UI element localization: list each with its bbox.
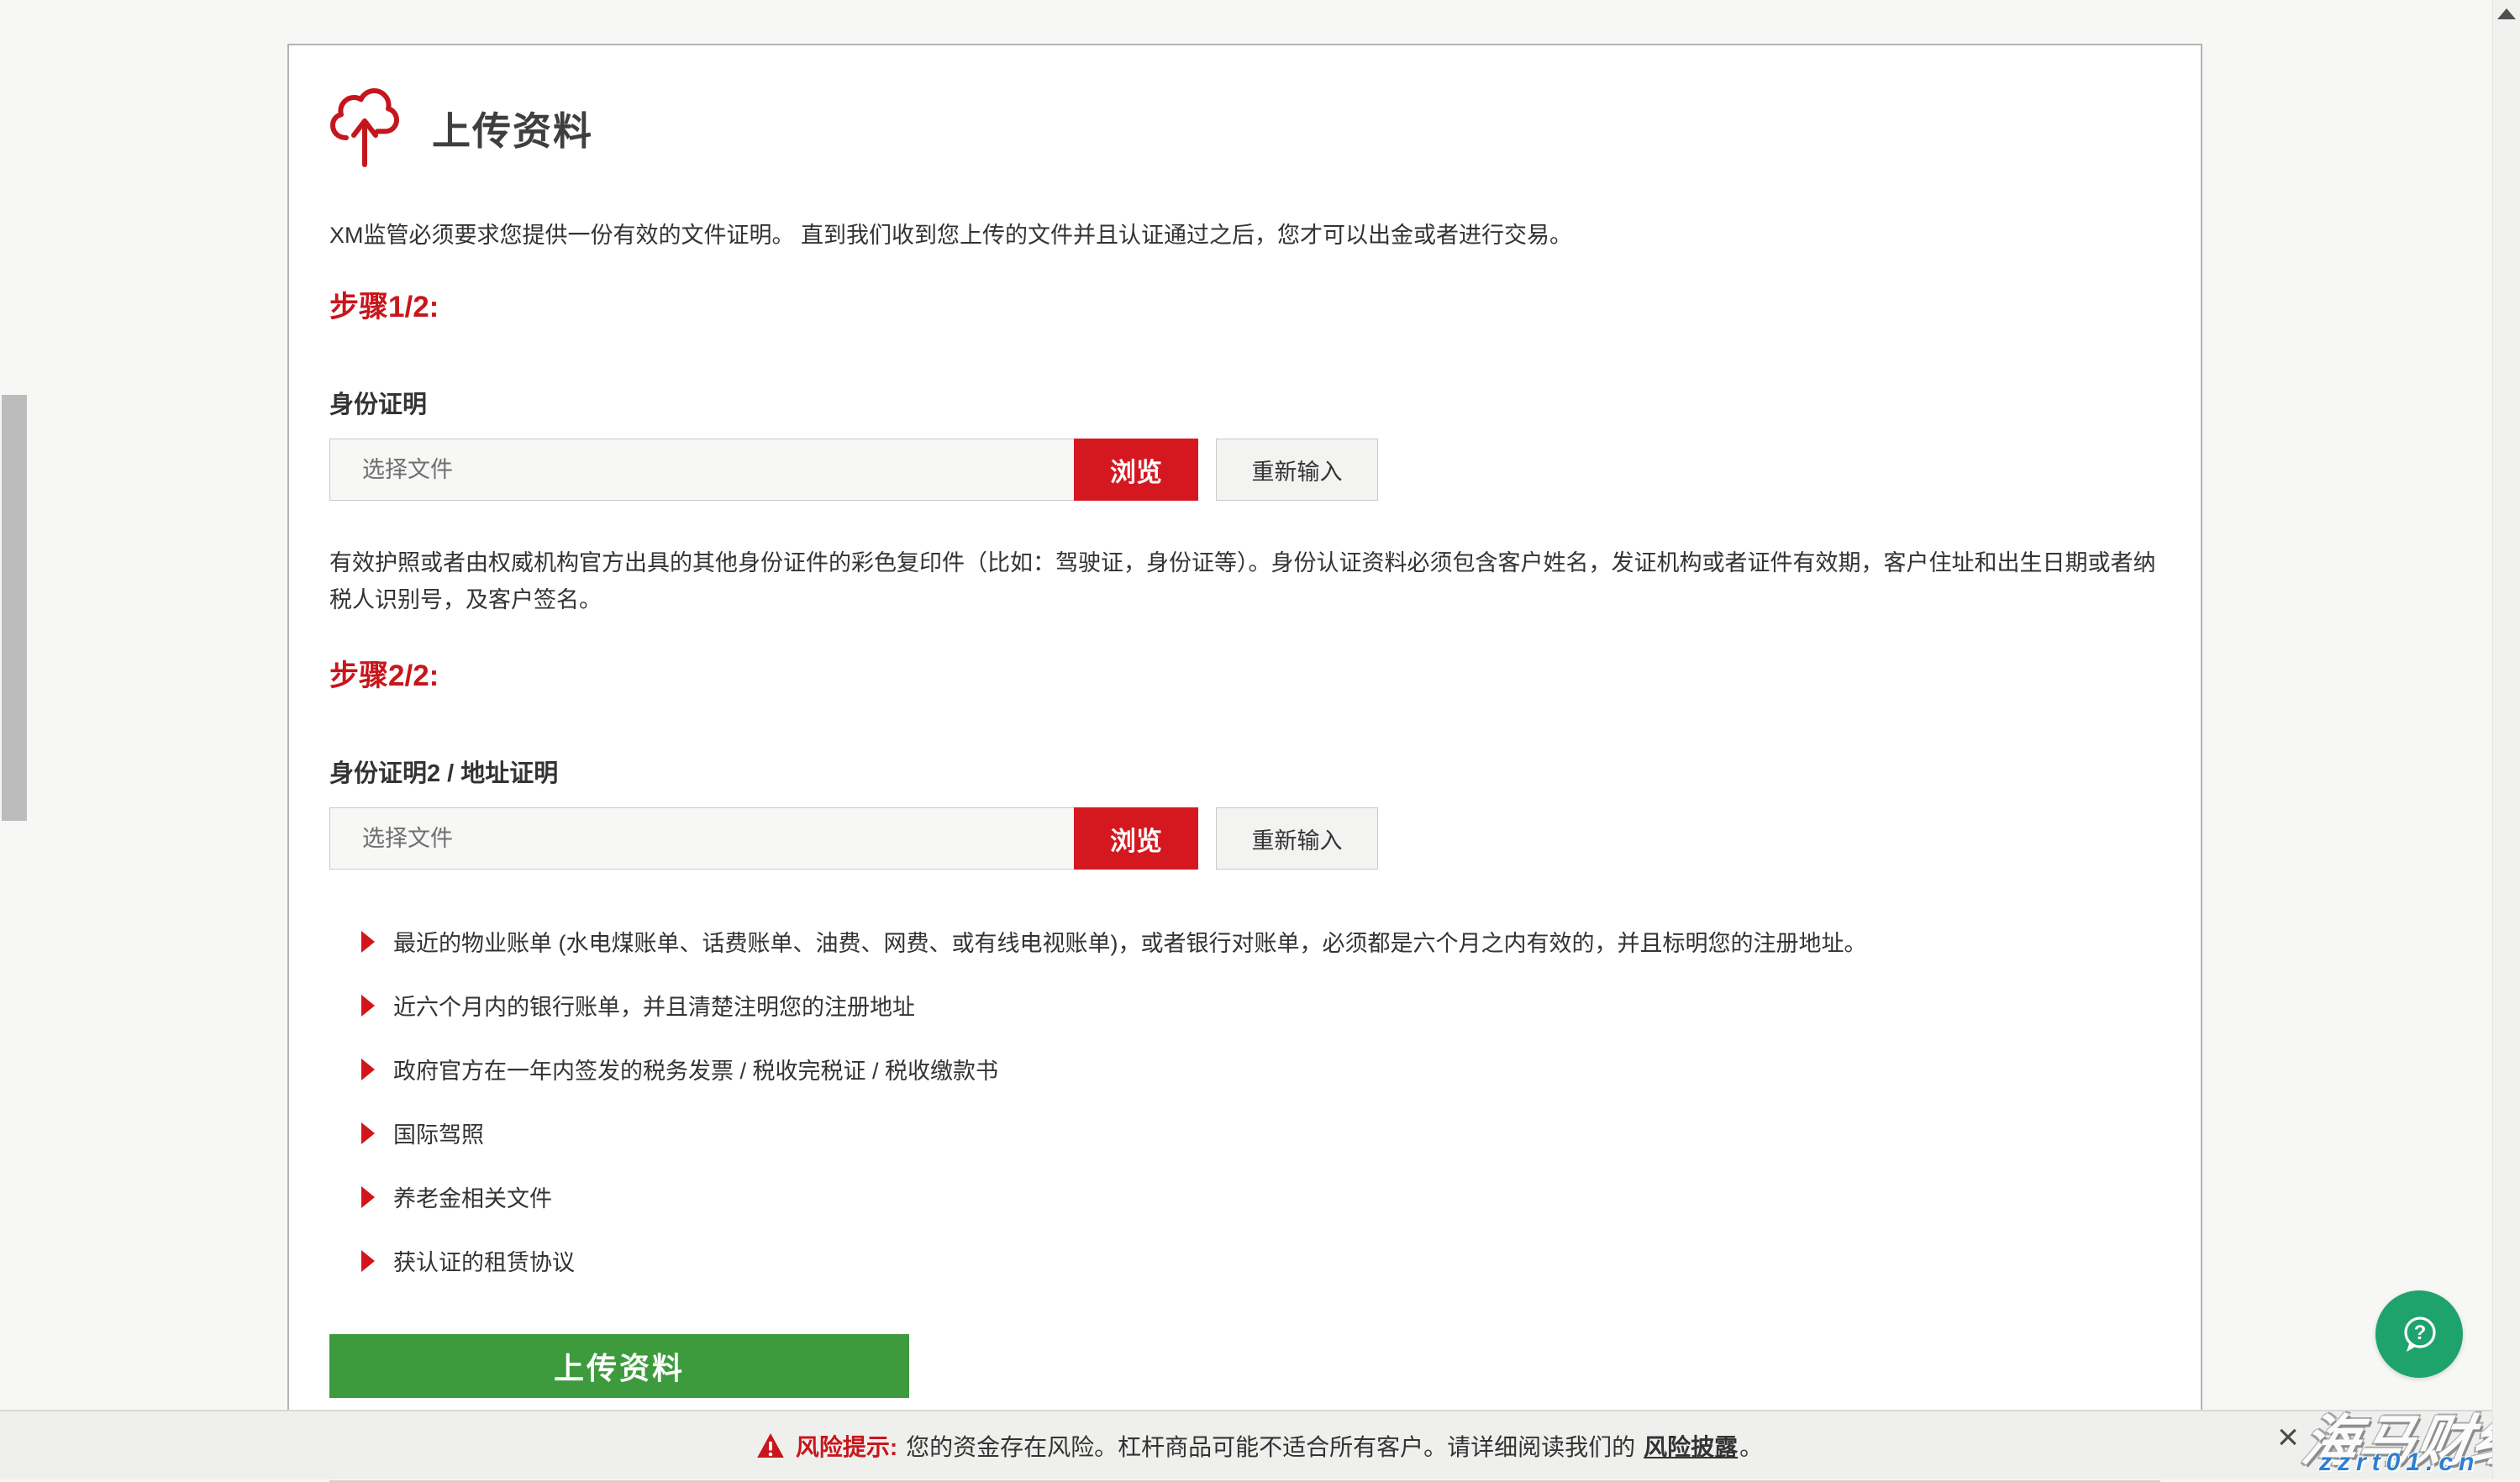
warning-triangle-icon [757, 1433, 784, 1458]
requirement-text: 获认证的租赁协议 [393, 1244, 575, 1277]
requirement-text: 国际驾照 [393, 1117, 484, 1149]
list-item: 获认证的租赁协议 [361, 1244, 2160, 1277]
red-arrow-bullet-icon [361, 1250, 375, 1272]
scrollbar[interactable] [2492, 0, 2520, 1479]
reset-button-step2[interactable]: 重新输入 [1216, 807, 1378, 870]
watermark-domain: zzrt01.cn [2319, 1448, 2480, 1477]
intro-text: XM监管必须要求您提供一份有效的文件证明。 直到我们收到您上传的文件并且认证通过… [329, 217, 2160, 250]
red-arrow-bullet-icon [361, 931, 375, 953]
identity-proof-label: 身份证明 [329, 385, 2160, 420]
identity-address-proof-label: 身份证明2 / 地址证明 [329, 754, 2160, 789]
reset-button-step1[interactable]: 重新输入 [1216, 439, 1378, 501]
browse-button-step1[interactable]: 浏览 [1074, 439, 1198, 501]
requirement-text: 养老金相关文件 [393, 1180, 552, 1213]
question-chat-icon: ? [2396, 1311, 2443, 1358]
risk-disclosure-link[interactable]: 风险披露 [1644, 1429, 1738, 1463]
requirement-text: 最近的物业账单 (水电煤账单、话费账单、油费、网费、或有线电视账单)，或者银行对… [393, 925, 1866, 958]
red-arrow-bullet-icon [361, 1059, 375, 1080]
requirement-text: 近六个月内的银行账单，并且清楚注明您的注册地址 [393, 989, 915, 1022]
upload-documents-card: 上传资料 XM监管必须要求您提供一份有效的文件证明。 直到我们收到您上传的文件并… [287, 44, 2202, 1411]
step1-description: 有效护照或者由权威机构官方出具的其他身份证件的彩色复印件（比如：驾驶证，身份证等… [329, 544, 2160, 618]
help-chat-button[interactable]: ? [2375, 1290, 2463, 1378]
svg-text:?: ? [2414, 1322, 2427, 1344]
file-select-input-step1[interactable] [329, 439, 1074, 501]
red-arrow-bullet-icon [361, 1122, 375, 1144]
red-arrow-bullet-icon [361, 995, 375, 1017]
risk-label: 风险提示: [796, 1429, 897, 1463]
browse-button-step2[interactable]: 浏览 [1074, 807, 1198, 870]
requirements-list: 最近的物业账单 (水电煤账单、话费账单、油费、网费、或有线电视账单)，或者银行对… [329, 925, 2160, 1277]
card-header: 上传资料 [329, 87, 2160, 170]
step2-heading: 步骤2/2: [329, 652, 2160, 695]
list-item: 养老金相关文件 [361, 1180, 2160, 1213]
scrollbar-thumb[interactable] [2, 395, 27, 821]
page-title: 上传资料 [432, 101, 593, 156]
list-item: 近六个月内的银行账单，并且清楚注明您的注册地址 [361, 989, 2160, 1022]
file-select-input-step2[interactable] [329, 807, 1074, 870]
file-row-step1: 浏览 重新输入 [329, 439, 2160, 501]
requirement-text: 政府官方在一年内签发的税务发票 / 税收完税证 / 税收缴款书 [393, 1053, 998, 1085]
page: { "upload_card": { "title": "上传资料", "int… [0, 0, 2520, 1479]
list-item: 最近的物业账单 (水电煤账单、话费账单、油费、网费、或有线电视账单)，或者银行对… [361, 925, 2160, 958]
file-row-step2: 浏览 重新输入 [329, 807, 2160, 870]
list-item: 国际驾照 [361, 1117, 2160, 1149]
list-item: 政府官方在一年内签发的税务发票 / 税收完税证 / 税收缴款书 [361, 1053, 2160, 1085]
upload-submit-button[interactable]: 上传资料 [329, 1334, 909, 1398]
cloud-upload-icon [329, 87, 400, 170]
red-arrow-bullet-icon [361, 1186, 375, 1208]
step1-heading: 步骤1/2: [329, 283, 2160, 326]
scroll-up-arrow-icon[interactable] [2497, 8, 2516, 19]
risk-text: 您的资金存在风险。杠杆商品可能不适合所有客户。请详细阅读我们的 [906, 1429, 1635, 1463]
risk-warning-bar: 风险提示: 您的资金存在风险。杠杆商品可能不适合所有客户。请详细阅读我们的 风险… [0, 1410, 2520, 1479]
risk-text-suffix: 。 [1739, 1429, 1763, 1463]
